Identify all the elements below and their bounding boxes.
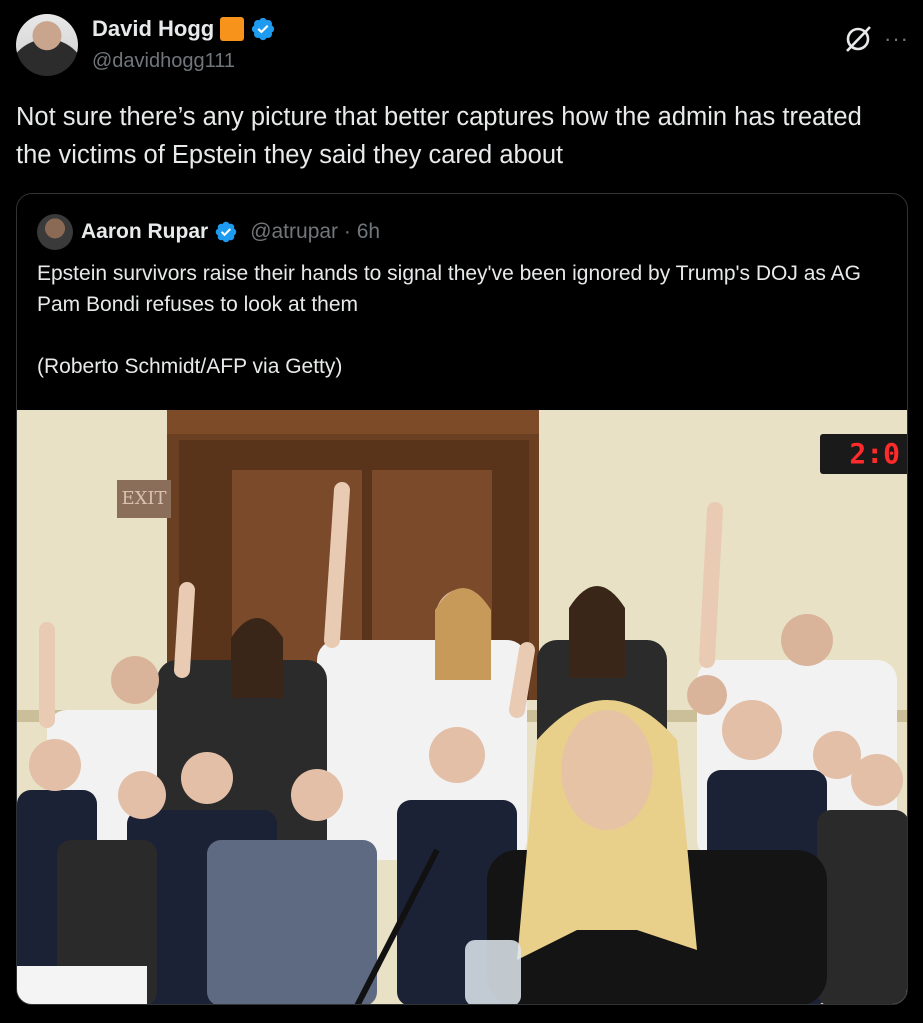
quoted-author-handle[interactable]: @atrupar · 6h — [250, 220, 380, 244]
quoted-photo[interactable]: EXIT 2:0 — [17, 410, 907, 1004]
quoted-post[interactable]: Aaron Rupar @atrupar · 6h Epstein surviv… — [16, 193, 908, 1005]
org-badge-icon — [220, 17, 245, 41]
exit-sign: EXIT — [117, 480, 171, 518]
quoted-post-text: Epstein survivors raise their hands to s… — [37, 258, 887, 382]
verified-icon — [215, 221, 237, 243]
grok-icon[interactable] — [841, 22, 875, 56]
quoted-author-name[interactable]: Aaron Rupar — [81, 220, 208, 244]
quoted-author-avatar[interactable] — [37, 214, 73, 250]
author-avatar[interactable] — [16, 14, 78, 76]
quoted-author-row[interactable]: Aaron Rupar @atrupar · 6h — [81, 220, 380, 244]
quoted-caption: Epstein survivors raise their hands to s… — [37, 262, 861, 316]
post-text: Not sure there’s any picture that better… — [16, 103, 862, 169]
author-name[interactable]: David Hogg — [92, 16, 214, 42]
more-icon[interactable]: ··· — [884, 26, 909, 52]
verified-icon — [252, 17, 275, 41]
author-name-row[interactable]: David Hogg — [92, 16, 276, 42]
hearing-timer: 2:0 — [820, 434, 907, 474]
post-header: David Hogg @davidhogg111 ··· — [16, 12, 909, 76]
author-handle[interactable]: @davidhogg111 — [92, 50, 235, 73]
photo-credit: (Roberto Schmidt/AFP via Getty) — [37, 355, 343, 378]
